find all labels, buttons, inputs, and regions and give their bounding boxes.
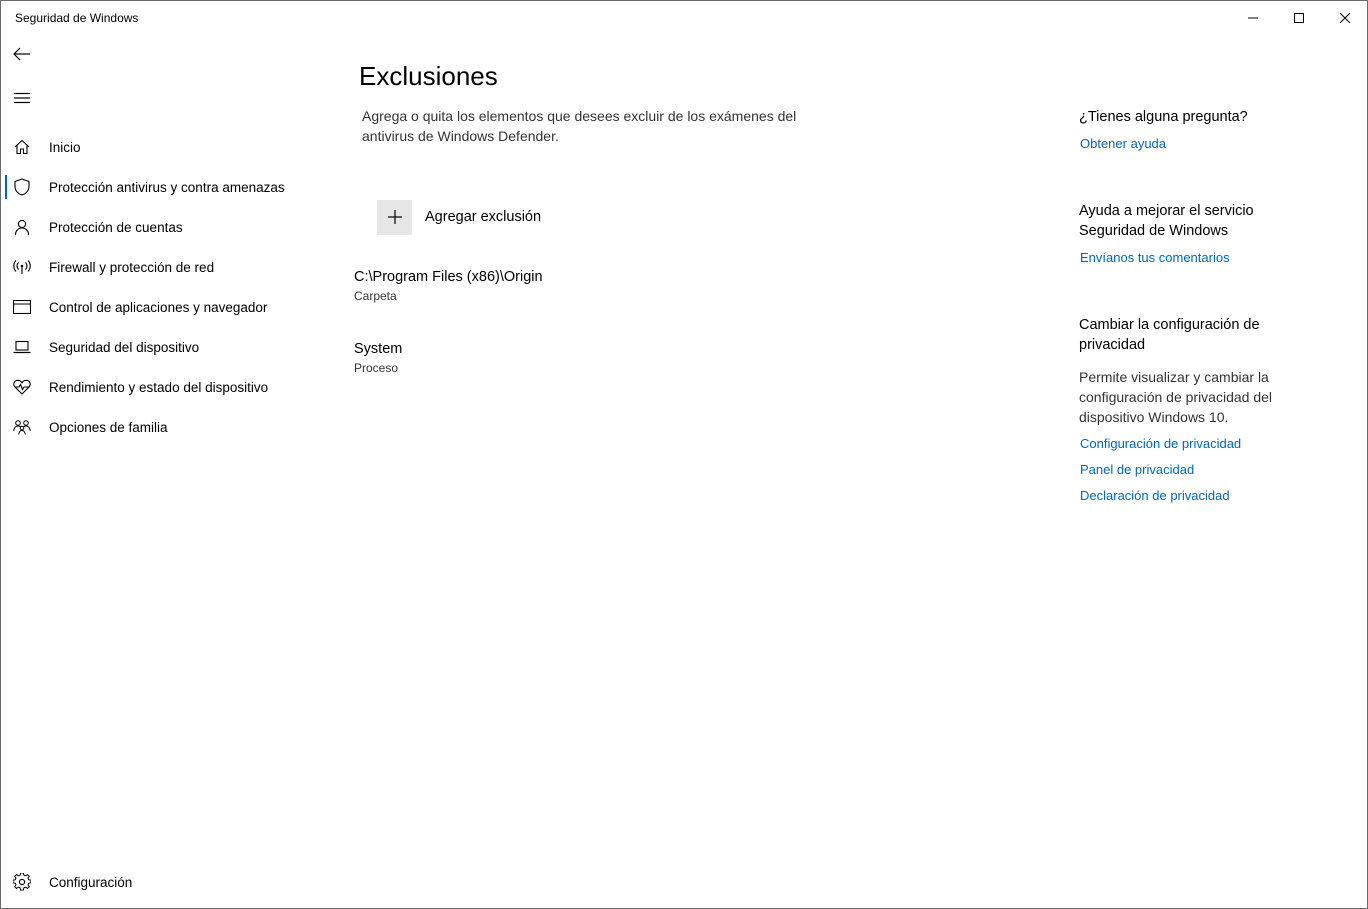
help-link[interactable]: Obtener ayuda [1080, 136, 1166, 151]
improve-heading: Ayuda a mejorar el servicio Seguridad de… [1079, 203, 1254, 239]
minimize-button[interactable] [1230, 1, 1276, 35]
sidebar-item-label: Protección de cuentas [49, 219, 183, 235]
sidebar-item-aplicaciones[interactable]: Control de aplicaciones y navegador [1, 287, 321, 327]
close-icon [1340, 13, 1350, 23]
privacy-description: Permite visualizar y cambiar la configur… [1079, 369, 1273, 425]
person-icon [13, 218, 31, 236]
gear-icon [13, 873, 31, 891]
sidebar-item-rendimiento[interactable]: Rendimiento y estado del dispositivo [1, 367, 321, 407]
feedback-link[interactable]: Envíanos tus comentarios [1080, 250, 1230, 265]
shield-icon [13, 178, 31, 196]
exclusion-item[interactable]: System Proceso [354, 341, 754, 375]
sidebar-item-label: Opciones de familia [49, 419, 168, 435]
exclusion-item[interactable]: C:\Program Files (x86)\Origin Carpeta [354, 269, 754, 303]
close-button[interactable] [1322, 1, 1368, 35]
page-title: Exclusiones [359, 61, 498, 91]
sidebar-item-label: Rendimiento y estado del dispositivo [49, 379, 269, 395]
privacy-settings-link[interactable]: Configuración de privacidad [1080, 436, 1241, 451]
privacy-statement-link[interactable]: Declaración de privacidad [1080, 488, 1230, 503]
sidebar-item-firewall[interactable]: Firewall y protección de red [1, 247, 321, 287]
minimize-icon [1248, 17, 1258, 19]
family-icon [13, 418, 31, 436]
sidebar-item-label: Protección antivirus y contra amenazas [49, 179, 285, 195]
exclusion-path: C:\Program Files (x86)\Origin [354, 269, 543, 285]
sidebar-item-inicio[interactable]: Inicio [1, 127, 321, 167]
sidebar-item-cuentas[interactable]: Protección de cuentas [1, 207, 321, 247]
antenna-icon [13, 258, 31, 276]
app-window-icon [13, 298, 31, 316]
title-bar: Seguridad de Windows [1, 1, 1367, 35]
app-window: Seguridad de Windows Inicio Protección a… [0, 0, 1368, 909]
exclusion-type: Proceso [354, 361, 399, 375]
hamburger-menu-icon [14, 92, 30, 104]
plus-icon [377, 199, 412, 235]
add-exclusion-label: Agregar exclusión [425, 209, 542, 225]
privacy-heading: Cambiar la configuración de privacidad [1079, 317, 1260, 353]
sidebar-item-label: Inicio [49, 139, 81, 155]
maximize-button[interactable] [1276, 1, 1322, 35]
sidebar-item-dispositivo[interactable]: Seguridad del dispositivo [1, 327, 321, 367]
sidebar-item-label: Seguridad del dispositivo [49, 339, 200, 355]
exclusion-type: Carpeta [354, 289, 397, 303]
exclusion-path: System [354, 341, 403, 357]
main-content: Exclusiones Agrega o quita los elementos… [341, 35, 1041, 908]
add-exclusion-button[interactable]: Agregar exclusión [377, 199, 541, 235]
back-arrow-icon [13, 47, 30, 61]
maximize-icon [1294, 13, 1304, 23]
heart-pulse-icon [13, 378, 31, 396]
sidebar-item-antivirus[interactable]: Protección antivirus y contra amenazas [1, 167, 321, 207]
sidebar-item-label: Configuración [49, 874, 133, 890]
nav-list: Inicio Protección antivirus y contra ame… [1, 127, 321, 447]
sidebar-item-label: Firewall y protección de red [49, 259, 215, 275]
laptop-icon [13, 338, 31, 356]
menu-button[interactable] [9, 85, 35, 111]
window-title: Seguridad de Windows [15, 11, 139, 25]
page-description: Agrega o quita los elementos que desees … [362, 108, 797, 144]
sidebar-item-familia[interactable]: Opciones de familia [1, 407, 321, 447]
back-button[interactable] [9, 41, 35, 67]
sidebar: Inicio Protección antivirus y contra ame… [1, 35, 321, 908]
sidebar-item-label: Control de aplicaciones y navegador [49, 299, 268, 315]
home-icon [13, 138, 31, 156]
sidebar-item-configuracion[interactable]: Configuración [1, 862, 321, 902]
question-heading: ¿Tienes alguna pregunta? [1079, 109, 1248, 125]
privacy-dashboard-link[interactable]: Panel de privacidad [1080, 462, 1194, 477]
